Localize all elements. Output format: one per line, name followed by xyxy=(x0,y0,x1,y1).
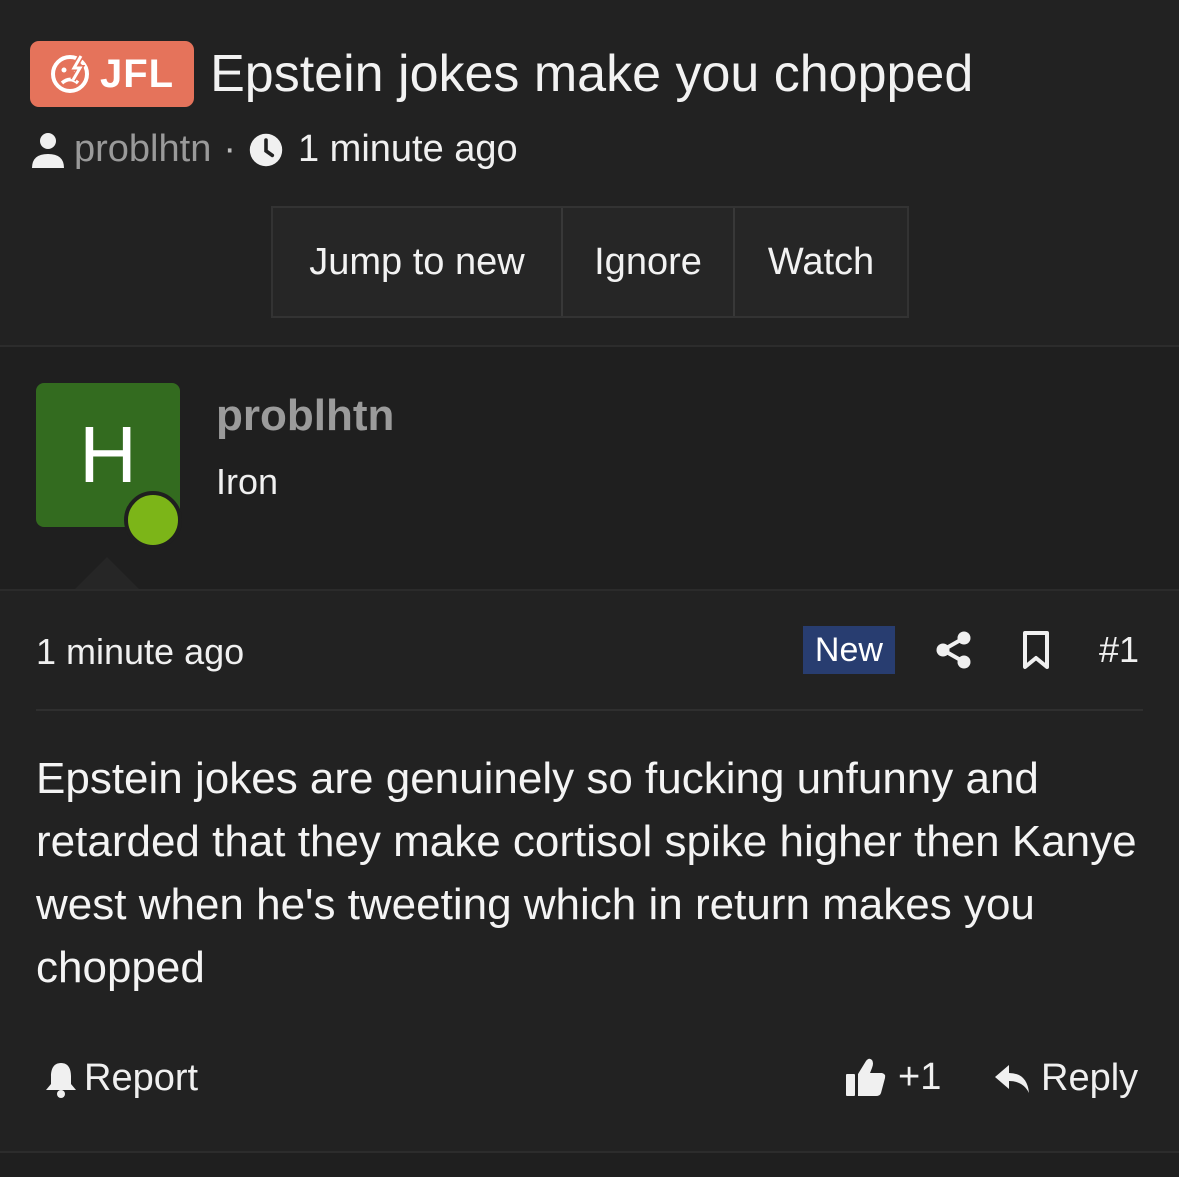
thread-action-buttons: Jump to new Ignore Watch xyxy=(271,206,909,318)
post-username[interactable]: problhtn xyxy=(216,391,394,441)
jump-to-new-button[interactable]: Jump to new xyxy=(273,208,563,316)
online-status-indicator xyxy=(124,491,182,549)
post-body: Epstein jokes are genuinely so fucking u… xyxy=(36,754,1137,992)
bookmark-icon[interactable] xyxy=(1017,630,1055,670)
user-icon xyxy=(32,132,64,168)
thread-title-row: JFL Epstein jokes make you chopped xyxy=(30,41,973,107)
thread-title: Epstein jokes make you chopped xyxy=(210,45,974,103)
report-button[interactable]: Report xyxy=(44,1057,198,1100)
watch-button[interactable]: Watch xyxy=(735,208,907,316)
report-label: Report xyxy=(84,1057,199,1099)
reaction-count: +1 xyxy=(898,1055,942,1098)
thumbs-up-icon xyxy=(846,1058,886,1096)
thread-prefix-badge[interactable]: JFL xyxy=(30,41,195,107)
post-header-actions: New #1 xyxy=(802,626,1139,674)
meta-separator: · xyxy=(223,128,236,170)
post-divider xyxy=(36,709,1143,711)
ignore-button[interactable]: Ignore xyxy=(563,208,735,316)
clock-icon xyxy=(249,133,283,166)
share-icon[interactable] xyxy=(935,630,973,670)
user-title: Iron xyxy=(216,461,279,502)
post-user-block: H problhtn Iron xyxy=(0,347,1179,591)
post-time[interactable]: 1 minute ago xyxy=(36,631,244,673)
reply-button[interactable]: Reply xyxy=(993,1057,1138,1100)
sad-face-lightning-icon xyxy=(51,54,89,93)
thread-meta: problhtn · 1 minute ago xyxy=(30,128,518,171)
thread-prefix-label: JFL xyxy=(100,51,175,96)
thread-time[interactable]: 1 minute ago xyxy=(298,128,518,171)
thread-author-link[interactable]: problhtn xyxy=(74,128,211,171)
thread-header: JFL Epstein jokes make you chopped probl… xyxy=(0,0,1179,347)
reaction-button[interactable]: +1 xyxy=(844,1055,941,1099)
reply-arrow-icon xyxy=(995,1064,1029,1093)
bell-icon xyxy=(46,1062,76,1098)
post-number-link[interactable]: #1 xyxy=(1099,629,1139,671)
avatar-letter: H xyxy=(79,410,137,499)
new-badge: New xyxy=(802,626,895,674)
user-block-arrow xyxy=(75,557,139,589)
post-message: 1 minute ago New #1 Epstein jokes are ge… xyxy=(0,591,1179,1153)
reply-label: Reply xyxy=(1041,1057,1139,1099)
